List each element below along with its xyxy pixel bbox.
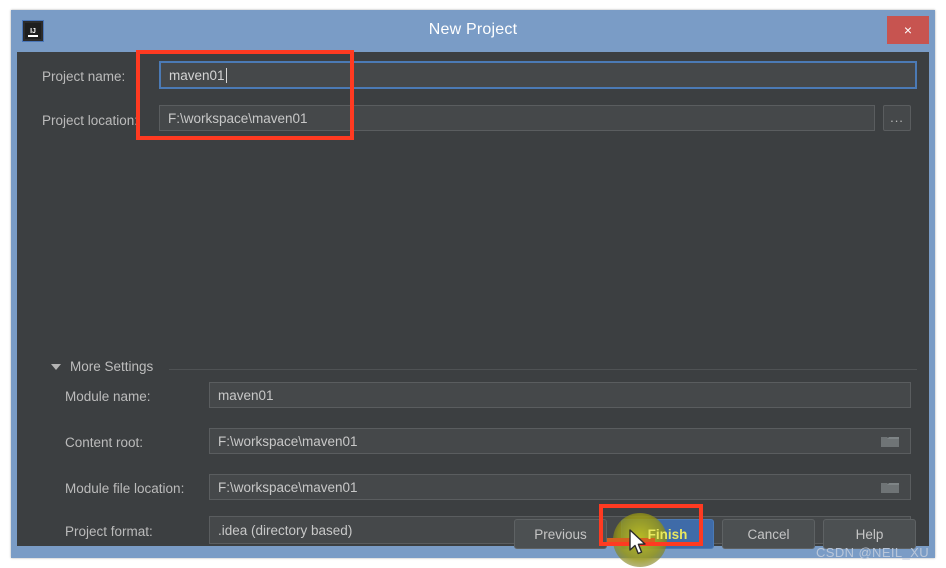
module-name-value: maven01 [218,387,274,403]
previous-button-label: Previous [534,526,587,542]
content-root-value: F:\workspace\maven01 [218,433,358,449]
module-file-location-label: Module file location: [65,481,185,496]
ellipsis-browse-icon[interactable]: ... [883,105,911,131]
content-root-input[interactable]: F:\workspace\maven01 [209,428,911,454]
module-name-label: Module name: [65,389,151,404]
module-file-location-input[interactable]: F:\workspace\maven01 [209,474,911,500]
finish-button[interactable]: Finish [621,519,714,549]
help-button-label: Help [855,526,884,542]
project-location-input[interactable]: F:\workspace\maven01 [159,105,875,131]
screenshot-root: IJ New Project × Project name: maven01 P… [0,0,946,568]
close-icon[interactable]: × [887,16,929,44]
text-caret [225,67,227,83]
dialog-content: Project name: maven01 Project location: … [17,52,929,549]
project-name-input[interactable]: maven01 [159,61,917,89]
project-format-label: Project format: [65,524,153,539]
module-file-location-value: F:\workspace\maven01 [218,479,358,495]
cancel-button[interactable]: Cancel [722,519,815,549]
dialog-title: New Project [428,21,518,38]
project-name-label: Project name: [42,69,126,84]
project-name-value: maven01 [169,67,225,83]
project-location-label: Project location: [42,113,139,128]
more-settings-divider [169,369,917,370]
folder-icon[interactable] [879,479,901,495]
dialog-titlebar: IJ New Project × [11,10,935,52]
project-location-value: F:\workspace\maven01 [168,110,308,126]
content-root-label: Content root: [65,435,144,450]
module-name-input[interactable]: maven01 [209,382,911,408]
previous-button[interactable]: Previous [514,519,607,549]
finish-button-label: Finish [647,526,688,542]
project-format-value: .idea (directory based) [218,522,353,538]
chevron-down-icon [51,363,61,370]
new-project-dialog-window: IJ New Project × Project name: maven01 P… [11,10,935,558]
cancel-button-label: Cancel [747,526,790,542]
watermark-text: CSDN @NEIL_XU [816,545,930,560]
more-settings-toggle[interactable]: More Settings [51,359,153,374]
ellipsis-browse-label: ... [890,110,904,125]
more-settings-label: More Settings [70,359,154,374]
folder-icon[interactable] [879,433,901,449]
